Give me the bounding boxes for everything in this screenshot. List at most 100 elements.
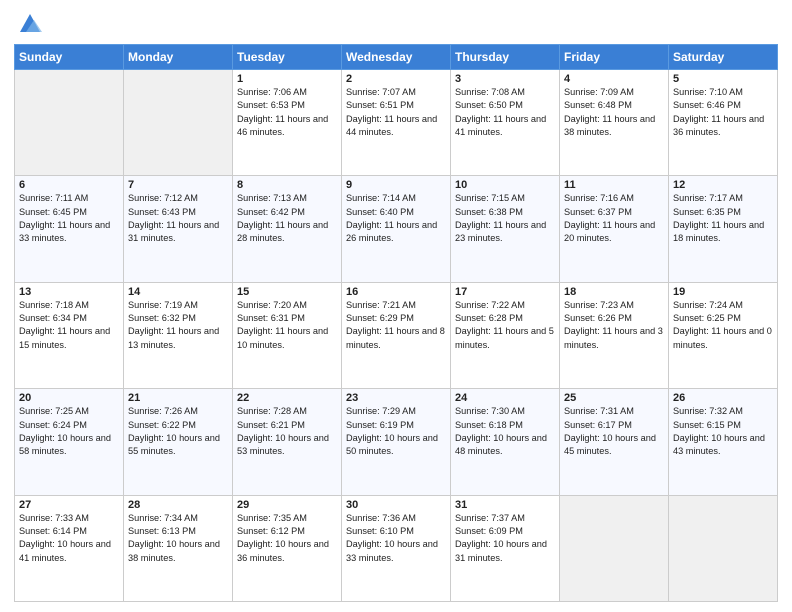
calendar-cell: 24Sunrise: 7:30 AM Sunset: 6:18 PM Dayli… (451, 389, 560, 495)
day-info: Sunrise: 7:32 AM Sunset: 6:15 PM Dayligh… (673, 405, 773, 458)
day-info: Sunrise: 7:17 AM Sunset: 6:35 PM Dayligh… (673, 192, 773, 245)
day-info: Sunrise: 7:35 AM Sunset: 6:12 PM Dayligh… (237, 512, 337, 565)
calendar-cell: 1Sunrise: 7:06 AM Sunset: 6:53 PM Daylig… (233, 70, 342, 176)
day-number: 16 (346, 286, 446, 298)
calendar-cell: 14Sunrise: 7:19 AM Sunset: 6:32 PM Dayli… (124, 282, 233, 388)
calendar-cell: 2Sunrise: 7:07 AM Sunset: 6:51 PM Daylig… (342, 70, 451, 176)
day-number: 10 (455, 179, 555, 191)
calendar-cell: 20Sunrise: 7:25 AM Sunset: 6:24 PM Dayli… (15, 389, 124, 495)
calendar-week-row: 6Sunrise: 7:11 AM Sunset: 6:45 PM Daylig… (15, 176, 778, 282)
calendar-week-row: 1Sunrise: 7:06 AM Sunset: 6:53 PM Daylig… (15, 70, 778, 176)
weekday-header-monday: Monday (124, 45, 233, 70)
day-number: 1 (237, 73, 337, 85)
weekday-header-sunday: Sunday (15, 45, 124, 70)
weekday-header-thursday: Thursday (451, 45, 560, 70)
day-info: Sunrise: 7:06 AM Sunset: 6:53 PM Dayligh… (237, 86, 337, 139)
day-number: 21 (128, 392, 228, 404)
calendar-cell (15, 70, 124, 176)
day-info: Sunrise: 7:14 AM Sunset: 6:40 PM Dayligh… (346, 192, 446, 245)
day-info: Sunrise: 7:15 AM Sunset: 6:38 PM Dayligh… (455, 192, 555, 245)
weekday-header-wednesday: Wednesday (342, 45, 451, 70)
day-info: Sunrise: 7:09 AM Sunset: 6:48 PM Dayligh… (564, 86, 664, 139)
calendar-cell: 3Sunrise: 7:08 AM Sunset: 6:50 PM Daylig… (451, 70, 560, 176)
calendar-cell: 28Sunrise: 7:34 AM Sunset: 6:13 PM Dayli… (124, 495, 233, 601)
day-info: Sunrise: 7:19 AM Sunset: 6:32 PM Dayligh… (128, 299, 228, 352)
day-number: 19 (673, 286, 773, 298)
day-number: 31 (455, 499, 555, 511)
day-number: 7 (128, 179, 228, 191)
day-number: 24 (455, 392, 555, 404)
day-info: Sunrise: 7:18 AM Sunset: 6:34 PM Dayligh… (19, 299, 119, 352)
calendar-cell: 5Sunrise: 7:10 AM Sunset: 6:46 PM Daylig… (669, 70, 778, 176)
day-number: 2 (346, 73, 446, 85)
day-info: Sunrise: 7:20 AM Sunset: 6:31 PM Dayligh… (237, 299, 337, 352)
calendar-cell: 16Sunrise: 7:21 AM Sunset: 6:29 PM Dayli… (342, 282, 451, 388)
day-info: Sunrise: 7:16 AM Sunset: 6:37 PM Dayligh… (564, 192, 664, 245)
calendar-cell (124, 70, 233, 176)
day-number: 5 (673, 73, 773, 85)
day-number: 9 (346, 179, 446, 191)
day-number: 8 (237, 179, 337, 191)
calendar-cell: 9Sunrise: 7:14 AM Sunset: 6:40 PM Daylig… (342, 176, 451, 282)
day-number: 4 (564, 73, 664, 85)
day-number: 13 (19, 286, 119, 298)
logo (14, 10, 44, 38)
day-number: 23 (346, 392, 446, 404)
calendar-cell: 27Sunrise: 7:33 AM Sunset: 6:14 PM Dayli… (15, 495, 124, 601)
day-info: Sunrise: 7:36 AM Sunset: 6:10 PM Dayligh… (346, 512, 446, 565)
calendar-cell: 30Sunrise: 7:36 AM Sunset: 6:10 PM Dayli… (342, 495, 451, 601)
weekday-header-friday: Friday (560, 45, 669, 70)
day-number: 30 (346, 499, 446, 511)
day-info: Sunrise: 7:33 AM Sunset: 6:14 PM Dayligh… (19, 512, 119, 565)
calendar-cell: 11Sunrise: 7:16 AM Sunset: 6:37 PM Dayli… (560, 176, 669, 282)
calendar-cell: 22Sunrise: 7:28 AM Sunset: 6:21 PM Dayli… (233, 389, 342, 495)
day-number: 28 (128, 499, 228, 511)
calendar-cell: 15Sunrise: 7:20 AM Sunset: 6:31 PM Dayli… (233, 282, 342, 388)
day-info: Sunrise: 7:37 AM Sunset: 6:09 PM Dayligh… (455, 512, 555, 565)
header (14, 10, 778, 38)
day-number: 6 (19, 179, 119, 191)
day-number: 29 (237, 499, 337, 511)
day-number: 27 (19, 499, 119, 511)
day-number: 25 (564, 392, 664, 404)
calendar-cell: 25Sunrise: 7:31 AM Sunset: 6:17 PM Dayli… (560, 389, 669, 495)
day-info: Sunrise: 7:12 AM Sunset: 6:43 PM Dayligh… (128, 192, 228, 245)
calendar-cell: 21Sunrise: 7:26 AM Sunset: 6:22 PM Dayli… (124, 389, 233, 495)
calendar-cell: 18Sunrise: 7:23 AM Sunset: 6:26 PM Dayli… (560, 282, 669, 388)
calendar-cell: 13Sunrise: 7:18 AM Sunset: 6:34 PM Dayli… (15, 282, 124, 388)
calendar-week-row: 13Sunrise: 7:18 AM Sunset: 6:34 PM Dayli… (15, 282, 778, 388)
day-info: Sunrise: 7:23 AM Sunset: 6:26 PM Dayligh… (564, 299, 664, 352)
day-info: Sunrise: 7:26 AM Sunset: 6:22 PM Dayligh… (128, 405, 228, 458)
day-info: Sunrise: 7:07 AM Sunset: 6:51 PM Dayligh… (346, 86, 446, 139)
calendar-cell: 4Sunrise: 7:09 AM Sunset: 6:48 PM Daylig… (560, 70, 669, 176)
calendar-cell: 10Sunrise: 7:15 AM Sunset: 6:38 PM Dayli… (451, 176, 560, 282)
logo-icon (16, 10, 44, 38)
calendar-week-row: 27Sunrise: 7:33 AM Sunset: 6:14 PM Dayli… (15, 495, 778, 601)
calendar-cell: 6Sunrise: 7:11 AM Sunset: 6:45 PM Daylig… (15, 176, 124, 282)
calendar-cell: 12Sunrise: 7:17 AM Sunset: 6:35 PM Dayli… (669, 176, 778, 282)
page: SundayMondayTuesdayWednesdayThursdayFrid… (0, 0, 792, 612)
day-info: Sunrise: 7:25 AM Sunset: 6:24 PM Dayligh… (19, 405, 119, 458)
calendar-week-row: 20Sunrise: 7:25 AM Sunset: 6:24 PM Dayli… (15, 389, 778, 495)
calendar-body: 1Sunrise: 7:06 AM Sunset: 6:53 PM Daylig… (15, 70, 778, 602)
calendar-cell: 17Sunrise: 7:22 AM Sunset: 6:28 PM Dayli… (451, 282, 560, 388)
calendar-header-row: SundayMondayTuesdayWednesdayThursdayFrid… (15, 45, 778, 70)
calendar-cell (669, 495, 778, 601)
day-number: 26 (673, 392, 773, 404)
calendar-cell: 19Sunrise: 7:24 AM Sunset: 6:25 PM Dayli… (669, 282, 778, 388)
day-info: Sunrise: 7:13 AM Sunset: 6:42 PM Dayligh… (237, 192, 337, 245)
day-info: Sunrise: 7:28 AM Sunset: 6:21 PM Dayligh… (237, 405, 337, 458)
day-info: Sunrise: 7:24 AM Sunset: 6:25 PM Dayligh… (673, 299, 773, 352)
day-info: Sunrise: 7:30 AM Sunset: 6:18 PM Dayligh… (455, 405, 555, 458)
day-number: 12 (673, 179, 773, 191)
day-info: Sunrise: 7:34 AM Sunset: 6:13 PM Dayligh… (128, 512, 228, 565)
calendar-cell (560, 495, 669, 601)
day-number: 17 (455, 286, 555, 298)
day-number: 22 (237, 392, 337, 404)
day-number: 14 (128, 286, 228, 298)
calendar-cell: 29Sunrise: 7:35 AM Sunset: 6:12 PM Dayli… (233, 495, 342, 601)
day-info: Sunrise: 7:11 AM Sunset: 6:45 PM Dayligh… (19, 192, 119, 245)
day-number: 20 (19, 392, 119, 404)
calendar-cell: 31Sunrise: 7:37 AM Sunset: 6:09 PM Dayli… (451, 495, 560, 601)
day-info: Sunrise: 7:29 AM Sunset: 6:19 PM Dayligh… (346, 405, 446, 458)
